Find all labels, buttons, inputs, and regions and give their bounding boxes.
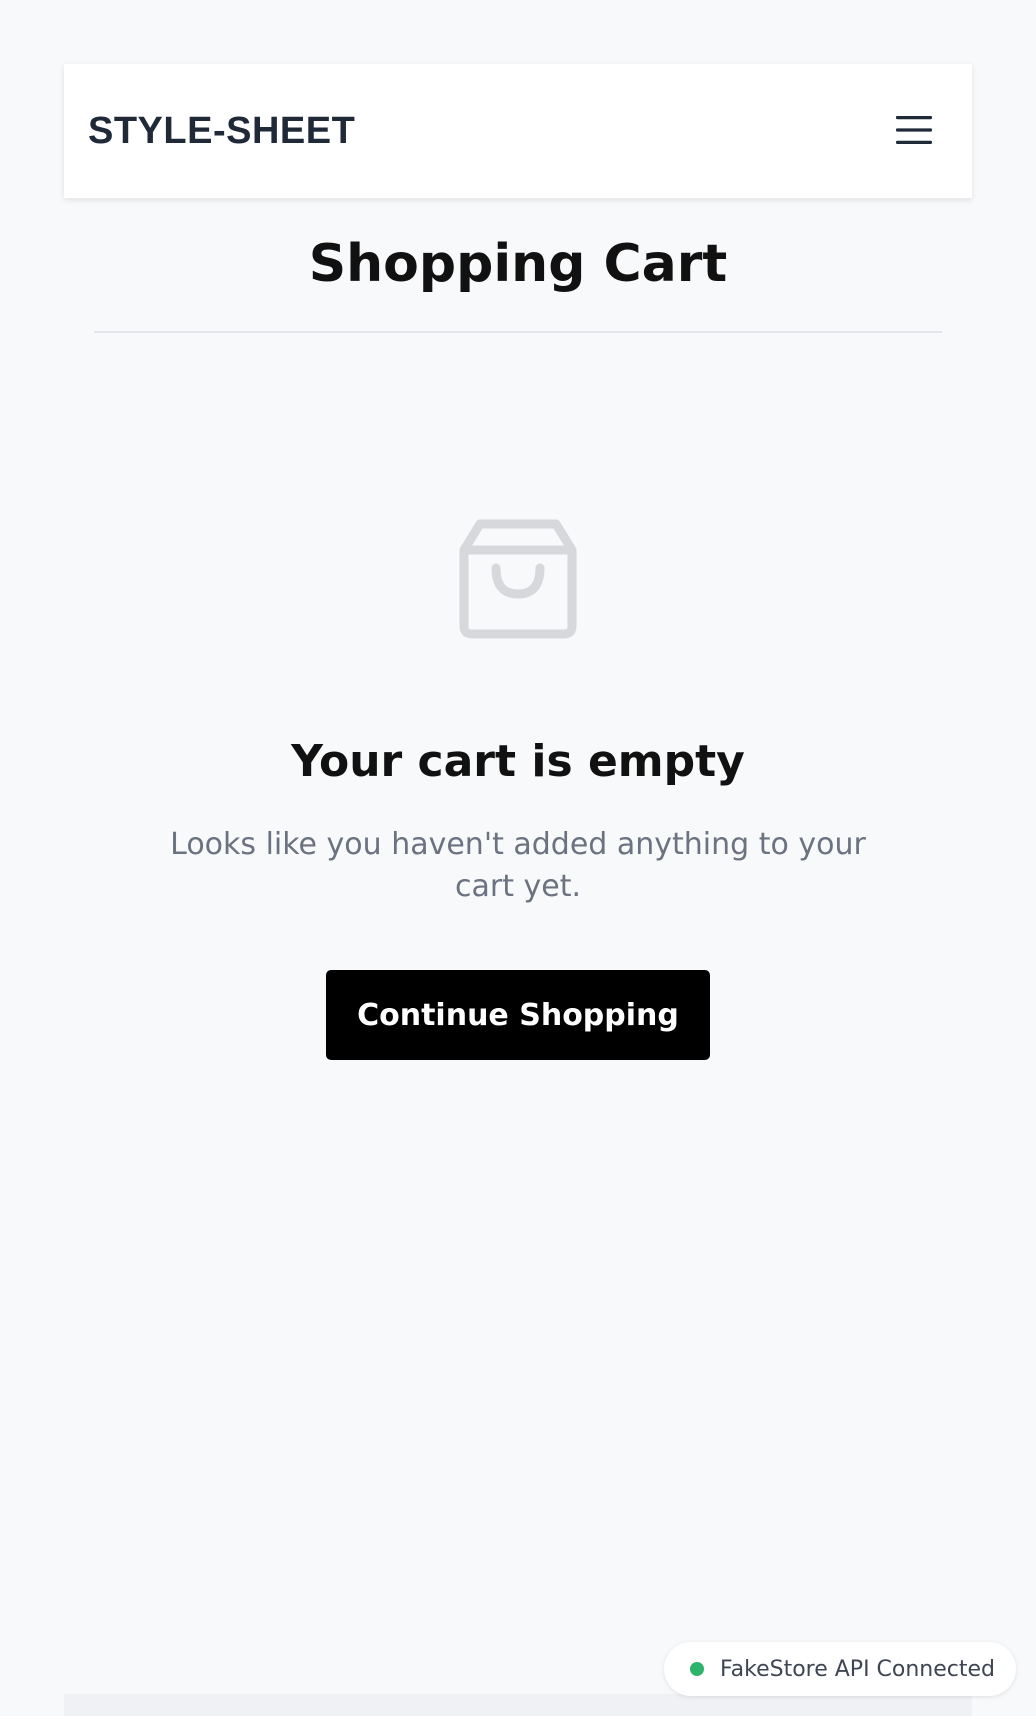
status-dot-icon <box>690 1662 704 1676</box>
page-title: Shopping Cart <box>308 234 728 294</box>
empty-cart-message: Looks like you haven't added anything to… <box>170 827 866 904</box>
navbar: STYLE-SHEET <box>64 64 972 198</box>
continue-shopping-button[interactable]: Continue Shopping <box>326 970 710 1060</box>
api-status-badge: FakeStore API Connected <box>664 1642 1016 1696</box>
shopping-bag-icon <box>459 519 577 639</box>
empty-cart-heading: Your cart is empty <box>291 736 745 787</box>
api-status-text: FakeStore API Connected <box>720 1656 996 1682</box>
brand-logo[interactable]: STYLE-SHEET <box>88 111 355 151</box>
menu-button[interactable] <box>890 106 938 154</box>
title-divider <box>94 331 942 333</box>
hamburger-menu-icon <box>896 116 932 144</box>
footer-edge <box>64 1694 972 1716</box>
